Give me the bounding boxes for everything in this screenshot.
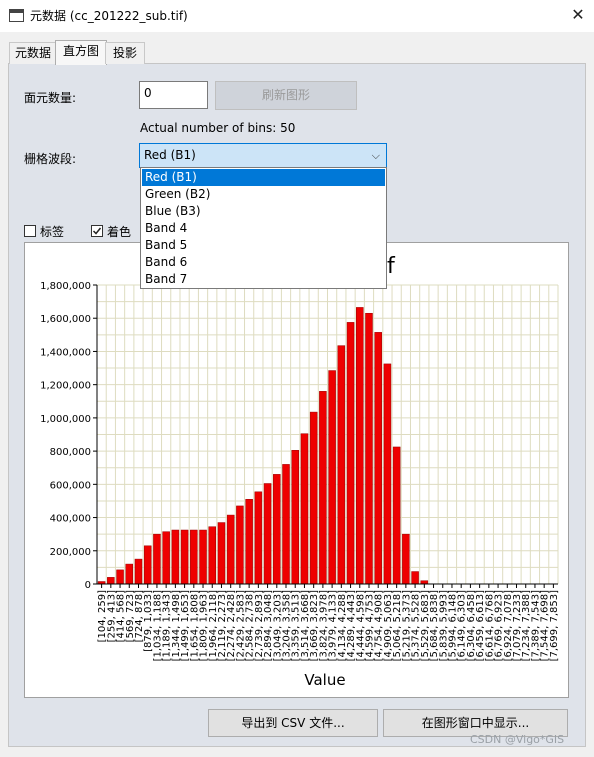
histogram-bar xyxy=(226,514,235,585)
y-tick-label: 1,400,000 xyxy=(40,347,91,358)
histogram-bar xyxy=(328,370,336,585)
histogram-bar xyxy=(245,499,253,585)
x-axis-label: Value xyxy=(304,671,345,689)
band-select-value: Red (B1) xyxy=(144,148,196,162)
histogram-bar xyxy=(190,529,198,585)
histogram-bar xyxy=(199,529,207,585)
histogram-bar xyxy=(374,332,382,585)
labels-checkbox[interactable] xyxy=(24,225,36,237)
color-checkbox-label: 着色 xyxy=(107,225,132,239)
histogram-bar xyxy=(162,531,170,585)
labels-checkbox-label: 标签 xyxy=(40,225,65,239)
histogram-bar xyxy=(392,446,401,585)
window-icon xyxy=(9,9,24,22)
histogram-bar xyxy=(383,363,392,585)
histogram-bar xyxy=(402,533,410,585)
band-label: 栅格波段: xyxy=(24,152,77,166)
histogram-bar xyxy=(125,563,134,585)
x-tick-label: [7,699, 7,853] xyxy=(549,590,560,662)
band-dropdown-list: Red (B1) Green (B2) Blue (B3) Band 4 Ban… xyxy=(140,167,387,289)
histogram-bar xyxy=(208,526,217,585)
histogram-chart: 0 200,000 400,000 600,000 800,000 1,000,000 1,… xyxy=(40,254,560,689)
bins-info-text: Actual number of bins: 50 xyxy=(140,121,296,135)
band-option-5[interactable]: Band 5 xyxy=(142,237,385,254)
close-icon[interactable]: ✕ xyxy=(566,3,590,27)
bin-count-input[interactable]: 0 xyxy=(139,81,208,109)
histogram-bar xyxy=(282,464,290,585)
bin-count-label: 面元数量: xyxy=(24,91,77,105)
y-tick-label: 1,000,000 xyxy=(40,414,91,425)
checkmark-icon xyxy=(92,227,102,235)
histogram-bar xyxy=(180,529,189,585)
histogram-bar xyxy=(309,411,318,585)
band-select[interactable]: Red (B1) ⌵ xyxy=(139,143,387,168)
histogram-bar xyxy=(107,577,115,585)
y-tick-label: 0 xyxy=(85,580,91,591)
color-checkbox[interactable] xyxy=(91,225,103,237)
histogram-bar xyxy=(337,345,346,585)
band-option-red[interactable]: Red (B1) xyxy=(142,169,385,186)
watermark: CSDN @Vigo*GIS xyxy=(470,733,565,746)
histogram-bar xyxy=(291,450,299,585)
band-option-green[interactable]: Green (B2) xyxy=(142,186,385,203)
histogram-bar xyxy=(153,533,161,585)
histogram-bar xyxy=(143,545,152,585)
histogram-bar xyxy=(171,529,180,585)
band-option-7[interactable]: Band 7 xyxy=(142,271,385,288)
histogram-bar xyxy=(365,312,373,585)
export-csv-button[interactable]: 导出到 CSV 文件... xyxy=(208,709,378,737)
histogram-bar xyxy=(217,522,226,585)
histogram-bar xyxy=(356,307,364,585)
band-option-blue[interactable]: Blue (B3) xyxy=(142,203,385,220)
title-bar: 元数据 (cc_201222_sub.tif) ✕ xyxy=(0,0,594,32)
tab-projection[interactable]: 投影 xyxy=(105,42,145,64)
histogram-bar xyxy=(346,322,355,585)
histogram-panel: 0 200,000 400,000 600,000 800,000 1,000,000 1,… xyxy=(24,242,569,698)
tab-histogram[interactable]: 直方图 xyxy=(55,40,107,65)
histogram-bar xyxy=(273,474,281,585)
histogram-bar xyxy=(116,569,124,585)
y-tick-label: 400,000 xyxy=(50,514,91,525)
chart-title: f xyxy=(387,254,396,279)
y-tick-label: 200,000 xyxy=(50,547,91,558)
histogram-bar xyxy=(319,391,327,585)
y-tick-label: 1,200,000 xyxy=(40,381,91,392)
y-tick-label: 800,000 xyxy=(50,447,91,458)
histogram-bar xyxy=(411,571,419,585)
chevron-down-icon: ⌵ xyxy=(371,149,380,162)
histogram-bar xyxy=(263,483,272,585)
band-option-6[interactable]: Band 6 xyxy=(142,254,385,271)
histogram-bar xyxy=(236,505,244,585)
y-tick-label: 600,000 xyxy=(50,480,91,491)
tab-metadata[interactable]: 元数据 xyxy=(9,42,57,64)
window-title: 元数据 (cc_201222_sub.tif) xyxy=(30,9,188,23)
y-tick-label: 1,600,000 xyxy=(40,314,91,325)
refresh-button[interactable]: 刷新图形 xyxy=(215,81,357,110)
histogram-bar xyxy=(254,491,263,585)
y-tick-label: 1,800,000 xyxy=(40,281,91,292)
histogram-bar xyxy=(134,558,143,585)
band-option-4[interactable]: Band 4 xyxy=(142,220,385,237)
histogram-bar xyxy=(300,433,309,585)
